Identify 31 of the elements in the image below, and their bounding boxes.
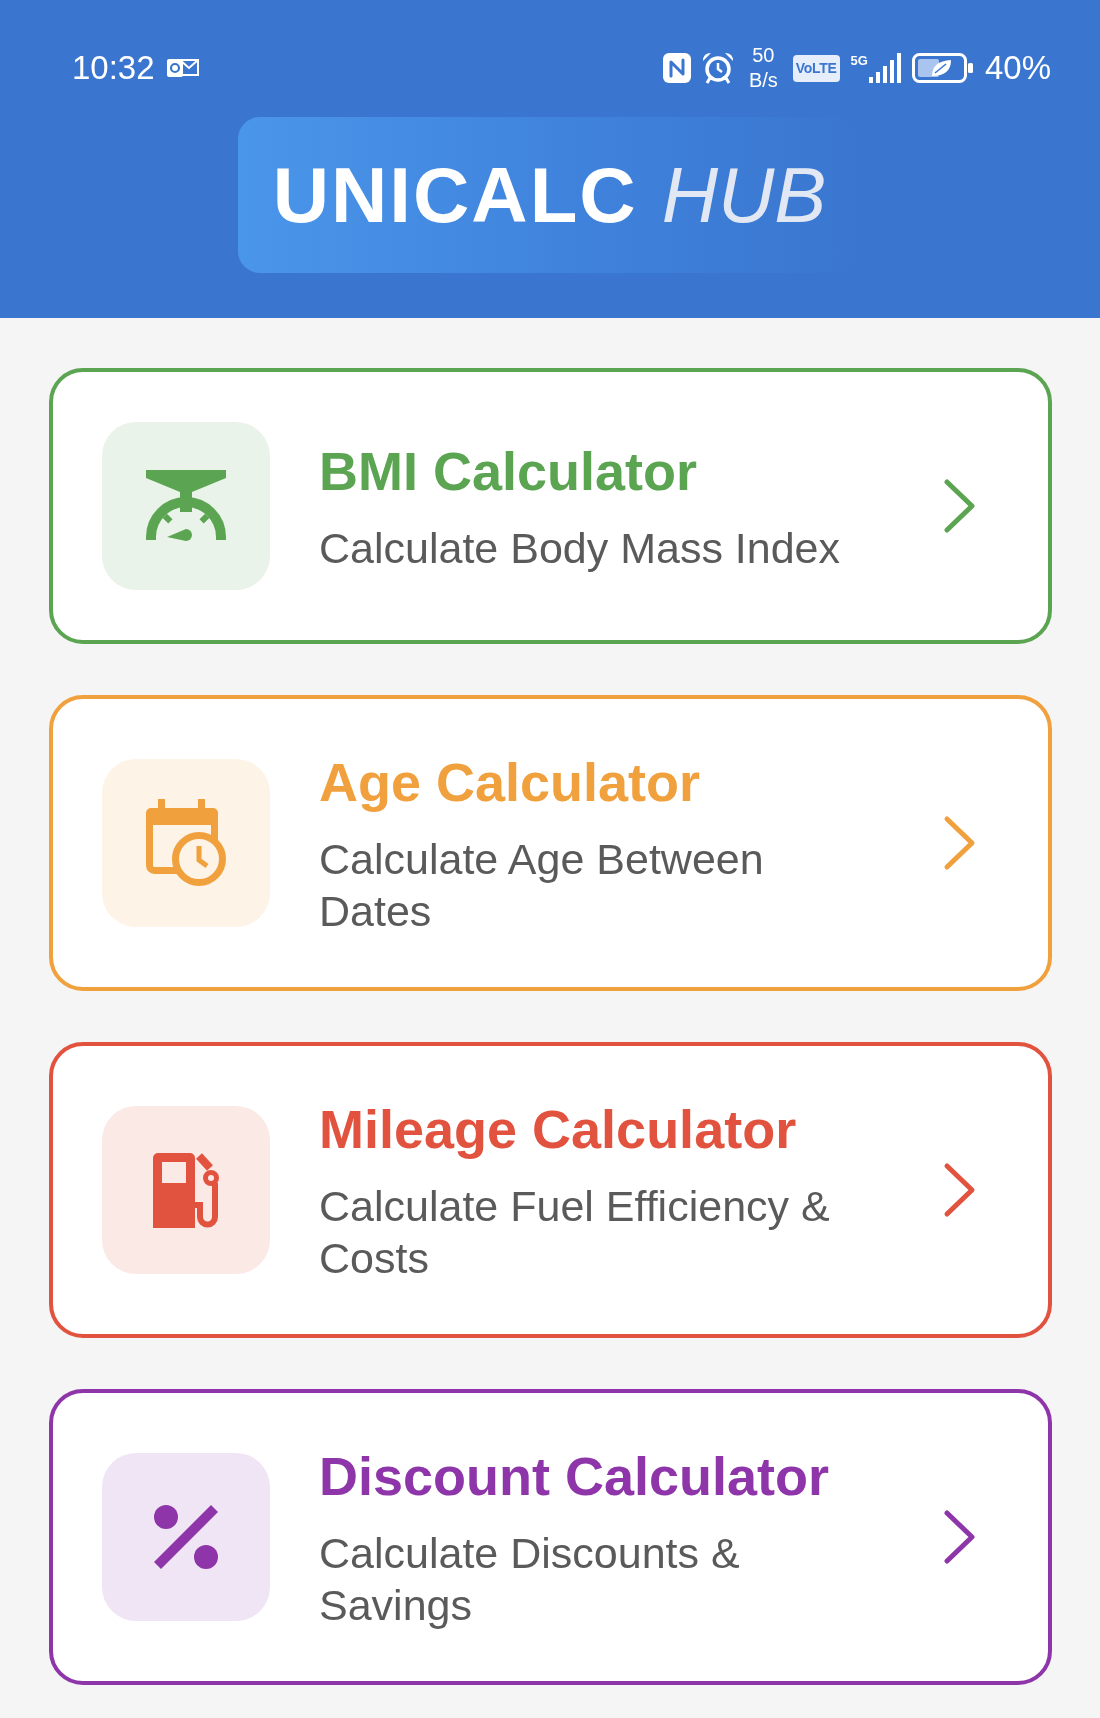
mail-app-icon [166, 56, 199, 80]
alarm-clock-icon [701, 52, 734, 84]
scale-icon [102, 422, 270, 590]
card-subtitle: Calculate Body Mass Index [319, 523, 841, 574]
network-type-label: 5G [850, 54, 868, 68]
app-title-accent: HUB [661, 150, 827, 240]
volte-indicator: VoLTE [792, 54, 840, 82]
signal-bars-icon [868, 53, 901, 83]
card-title: Discount Calculator [319, 1445, 830, 1508]
network-speed-unit: B/s [748, 68, 778, 93]
clock-time: 10:32 [72, 48, 155, 88]
card-subtitle: Calculate Age Between Dates [319, 834, 765, 937]
battery-percentage: 40% [984, 48, 1051, 88]
calculator-card[interactable]: Discount Calculator Calculate Discounts & Savings [49, 1389, 1052, 1685]
app-title: UNICALC [272, 150, 638, 240]
card-title: Age Calculator [319, 751, 701, 814]
calculator-card[interactable]: BMI Calculator Calculate Body Mass Index [49, 368, 1052, 644]
calendar-clock-icon [102, 759, 270, 927]
chevron-right-icon [942, 1508, 978, 1566]
fuel-pump-icon [102, 1106, 270, 1274]
calculator-card[interactable]: Mileage Calculator Calculate Fuel Efficiency & Costs [49, 1042, 1052, 1338]
nfc-icon [662, 53, 691, 83]
card-title: Mileage Calculator [319, 1098, 797, 1161]
card-subtitle: Calculate Discounts & Savings [319, 1528, 741, 1631]
battery-icon [911, 53, 974, 83]
percent-icon [102, 1453, 270, 1621]
network-speed-value: 50 [752, 43, 775, 68]
calculator-card[interactable]: Age Calculator Calculate Age Between Dates [49, 695, 1052, 991]
card-subtitle: Calculate Fuel Efficiency & Costs [319, 1181, 831, 1284]
card-title: BMI Calculator [319, 440, 698, 503]
chevron-right-icon [942, 477, 978, 535]
